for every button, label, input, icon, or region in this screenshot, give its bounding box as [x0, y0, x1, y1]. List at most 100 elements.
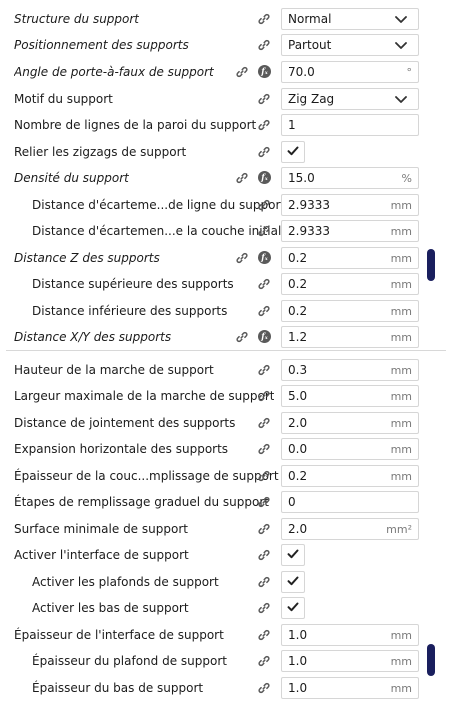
- link-icon[interactable]: [258, 576, 270, 588]
- setting-row-density: Densité du support fₓ 15.0%: [0, 165, 464, 191]
- setting-unit: mm: [390, 252, 412, 265]
- link-icon[interactable]: [258, 523, 270, 535]
- setting-label: Surface minimale de support: [14, 522, 188, 536]
- scrollbar-thumb-upper[interactable]: [427, 249, 435, 281]
- setting-row-angle: Angle de porte-à-faux de support fₓ 70.0 °: [0, 59, 464, 85]
- setting-row-join-distance: Distance de jointement des supports 2.0 mm: [0, 410, 464, 436]
- link-icon[interactable]: [236, 66, 248, 78]
- setting-label: Distance X/Y des supports: [14, 330, 172, 344]
- setting-unit: mm: [390, 390, 412, 403]
- link-icon[interactable]: [258, 278, 270, 290]
- check-icon: [287, 145, 299, 159]
- setting-value: 0.2: [288, 277, 308, 291]
- setting-label: Hauteur de la marche de support: [14, 363, 214, 377]
- link-icon[interactable]: [258, 93, 270, 105]
- setting-dropdown[interactable]: Normal: [281, 8, 419, 30]
- setting-row-line-distance: Distance d'écarteme...de ligne du suppor…: [0, 192, 464, 218]
- function-icon[interactable]: fₓ: [258, 251, 271, 264]
- setting-input[interactable]: 1.0 mm: [281, 650, 419, 672]
- link-icon[interactable]: [258, 199, 270, 211]
- link-icon[interactable]: [258, 417, 270, 429]
- scrollbar-thumb-lower[interactable]: [427, 644, 435, 676]
- link-icon[interactable]: [236, 331, 248, 343]
- link-icon[interactable]: [258, 364, 270, 376]
- check-icon: [287, 575, 299, 589]
- setting-checkbox[interactable]: [281, 571, 305, 593]
- setting-value: 1.2: [288, 330, 308, 344]
- setting-input[interactable]: 0.3 mm: [281, 359, 419, 381]
- chevron-down-icon: [395, 93, 407, 107]
- setting-input[interactable]: 70.0 °: [281, 61, 419, 83]
- setting-checkbox[interactable]: [281, 597, 305, 619]
- setting-input[interactable]: 2.9333 mm: [281, 194, 419, 216]
- setting-value: 0.3: [288, 363, 308, 377]
- link-icon[interactable]: [236, 172, 248, 184]
- link-icon[interactable]: [258, 549, 270, 561]
- setting-input[interactable]: 0.2 mm: [281, 273, 419, 295]
- setting-input[interactable]: 2.0 mm: [281, 412, 419, 434]
- setting-input[interactable]: 2.9333 mm: [281, 220, 419, 242]
- setting-checkbox[interactable]: [281, 544, 305, 566]
- function-icon[interactable]: fₓ: [258, 330, 271, 343]
- link-icon[interactable]: [258, 443, 270, 455]
- setting-value: Partout: [288, 38, 332, 52]
- setting-value: 1.0: [288, 654, 308, 668]
- link-icon[interactable]: [258, 305, 270, 317]
- setting-value: 1: [288, 118, 296, 132]
- setting-input[interactable]: 0: [281, 491, 419, 513]
- setting-input[interactable]: 0.2 mm: [281, 247, 419, 269]
- link-icon[interactable]: [258, 119, 270, 131]
- setting-unit: %: [401, 172, 412, 185]
- link-icon[interactable]: [258, 629, 270, 641]
- link-icon[interactable]: [258, 602, 270, 614]
- setting-unit: mm: [390, 682, 412, 695]
- setting-label: Activer les bas de support: [32, 601, 189, 615]
- link-icon[interactable]: [258, 13, 270, 25]
- setting-value: 0: [288, 495, 296, 509]
- setting-dropdown[interactable]: Partout: [281, 34, 419, 56]
- setting-label: Activer l'interface de support: [14, 548, 189, 562]
- setting-row-top-distance: Distance supérieure des supports 0.2 mm: [0, 271, 464, 297]
- setting-unit: mm: [390, 364, 412, 377]
- setting-label: Épaisseur de l'interface de support: [14, 628, 224, 642]
- link-icon[interactable]: [258, 146, 270, 158]
- setting-value: 1.0: [288, 628, 308, 642]
- setting-value: Normal: [288, 12, 332, 26]
- chevron-down-icon: [395, 39, 407, 53]
- link-icon[interactable]: [258, 225, 270, 237]
- link-icon[interactable]: [258, 496, 270, 508]
- setting-dropdown[interactable]: Zig Zag: [281, 88, 419, 110]
- setting-checkbox[interactable]: [281, 141, 305, 163]
- setting-input[interactable]: 1.2 mm: [281, 326, 419, 348]
- setting-input[interactable]: 5.0 mm: [281, 385, 419, 407]
- setting-label: Densité du support: [14, 171, 129, 185]
- link-icon[interactable]: [258, 682, 270, 694]
- setting-unit: °: [406, 66, 413, 79]
- setting-value: 2.9333: [288, 198, 330, 212]
- setting-label: Distance supérieure des supports: [32, 277, 234, 291]
- function-icon[interactable]: fₓ: [258, 65, 271, 78]
- link-icon[interactable]: [258, 390, 270, 402]
- check-icon: [287, 601, 299, 615]
- setting-input[interactable]: 2.0 mm²: [281, 518, 419, 540]
- setting-input[interactable]: 0.2 mm: [281, 300, 419, 322]
- setting-value: 0.0: [288, 442, 308, 456]
- setting-label: Épaisseur du plafond de support: [32, 654, 227, 668]
- setting-unit: mm: [390, 278, 412, 291]
- setting-input[interactable]: 0.0 mm: [281, 438, 419, 460]
- setting-input[interactable]: 1.0 mm: [281, 677, 419, 699]
- link-icon[interactable]: [258, 39, 270, 51]
- setting-label: Nombre de lignes de la paroi du support: [14, 118, 257, 132]
- link-icon[interactable]: [236, 252, 248, 264]
- function-icon[interactable]: fₓ: [258, 171, 271, 184]
- chevron-down-icon: [395, 13, 407, 27]
- setting-input[interactable]: 0.2 mm: [281, 465, 419, 487]
- link-icon[interactable]: [258, 470, 270, 482]
- link-icon[interactable]: [258, 655, 270, 667]
- setting-input[interactable]: 15.0%: [281, 167, 419, 189]
- setting-label: Distance d'écartemen...e la couche initi…: [32, 224, 289, 238]
- setting-input[interactable]: 1: [281, 114, 419, 136]
- setting-label: Motif du support: [14, 92, 113, 106]
- setting-input[interactable]: 1.0 mm: [281, 624, 419, 646]
- setting-row-structure: Structure du support Normal: [0, 6, 464, 32]
